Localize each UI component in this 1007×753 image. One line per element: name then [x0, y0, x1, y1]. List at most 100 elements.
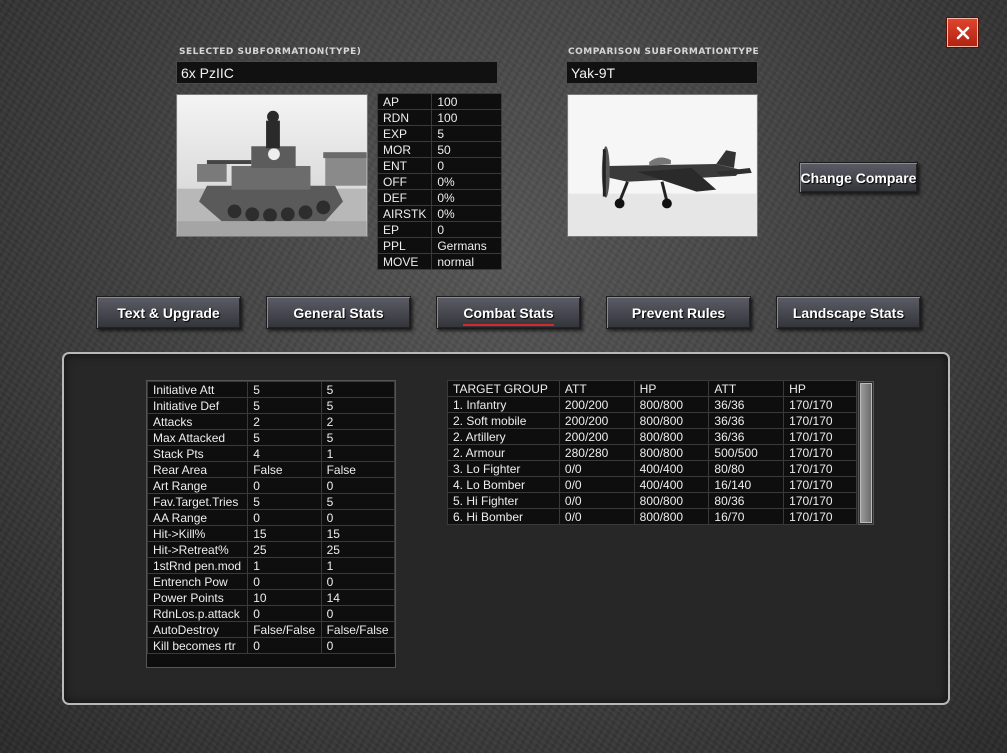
table-cell: 200/200	[558, 412, 635, 429]
table-row: Initiative Def 5 5	[146, 397, 396, 414]
table-cell: 280/280	[558, 444, 635, 461]
table-cell: 16/140	[708, 476, 785, 493]
combat-stat-name: Entrench Pow	[146, 573, 249, 590]
combat-stat-name: Stack Pts	[146, 445, 249, 462]
stat-value: normal	[431, 253, 503, 270]
combat-stat-name: Kill becomes rtr	[146, 637, 249, 654]
target-group-table: TARGET GROUP ATT HP ATT HP 1. Infantry 20…	[447, 380, 857, 525]
scrollbar-thumb[interactable]	[860, 383, 872, 523]
tab-label: Combat Stats	[463, 304, 554, 326]
stat-value: 100	[431, 93, 503, 110]
table-cell: 800/800	[633, 444, 710, 461]
table-row: 2. Artillery 200/200 800/800 36/36 170/170	[447, 428, 857, 445]
change-compare-button[interactable]: Change Compare	[799, 162, 918, 193]
table-cell: 36/36	[708, 412, 785, 429]
stat-key: EP	[376, 221, 433, 238]
table-row: EXP 5	[376, 125, 503, 142]
stat-value: 0	[431, 221, 503, 238]
combat-stat-name: Attacks	[146, 413, 249, 430]
table-cell: 0/0	[558, 460, 635, 477]
combat-stat-selected: 4	[247, 445, 322, 462]
stat-value: Germans	[431, 237, 503, 254]
target-group: 3. Lo Fighter	[447, 460, 560, 477]
table-row: MOVE normal	[376, 253, 503, 270]
combat-stat-selected: 15	[247, 525, 322, 542]
combat-stat-selected: 0	[247, 605, 322, 622]
table-cell: 800/800	[633, 396, 710, 413]
target-group: 2. Soft mobile	[447, 412, 560, 429]
combat-stat-name: 1stRnd pen.mod	[146, 557, 249, 574]
comparison-subformation-label: COMPARISON SUBFORMATIONTYPE	[568, 47, 760, 57]
combat-stat-compare: False/False	[320, 621, 396, 638]
table-cell: 200/200	[558, 396, 635, 413]
stat-value: 0	[431, 157, 503, 174]
close-button[interactable]	[946, 17, 979, 48]
table-cell: 200/200	[558, 428, 635, 445]
combat-stat-compare: 0	[320, 573, 396, 590]
table-cell: 400/400	[633, 476, 710, 493]
table-cell: 0/0	[558, 508, 635, 525]
stat-key: ENT	[376, 157, 433, 174]
combat-stat-name: Rear Area	[146, 461, 249, 478]
table-row: AP 100	[376, 93, 503, 110]
table-row: Entrench Pow 0 0	[146, 573, 396, 590]
combat-stat-compare: 1	[320, 557, 396, 574]
table-row: 2. Armour 280/280 800/800 500/500 170/170	[447, 444, 857, 461]
selected-subformation-label: SELECTED SUBFORMATION(TYPE)	[179, 47, 362, 57]
combat-stats-table-container: Initiative Att 5 5 Initiative Def 5 5 Attack…	[146, 380, 396, 668]
combat-stat-compare: 5	[320, 381, 396, 398]
table-row: RdnLos.p.attack 0 0	[146, 605, 396, 622]
table-cell: 800/800	[633, 492, 710, 509]
table-row: Attacks 2 2	[146, 413, 396, 430]
table-cell: 170/170	[783, 444, 857, 461]
tab-prevent-rules[interactable]: Prevent Rules	[606, 296, 751, 329]
tab-label: Landscape Stats	[792, 304, 905, 321]
table-row: Kill becomes rtr 0 0	[146, 637, 396, 654]
target-group: 6. Hi Bomber	[447, 508, 560, 525]
table-row: Art Range 0 0	[146, 477, 396, 494]
stat-key: RDN	[376, 109, 433, 126]
table-row: Max Attacked 5 5	[146, 429, 396, 446]
unit-stats-table: AP 100 RDN 100 EXP 5 MOR 50 ENT 0 OFF 0% DEF 0%…	[376, 93, 503, 270]
target-group: 2. Armour	[447, 444, 560, 461]
tab-label: Prevent Rules	[631, 304, 726, 321]
target-table-scrollbar[interactable]	[858, 381, 874, 525]
tab-landscape-stats[interactable]: Landscape Stats	[776, 296, 921, 329]
table-row: AutoDestroy False/False False/False	[146, 621, 396, 638]
table-cell: 800/800	[633, 508, 710, 525]
combat-stat-name: Hit->Retreat%	[146, 541, 249, 558]
table-cell: 16/70	[708, 508, 785, 525]
table-row: 1. Infantry 200/200 800/800 36/36 170/170	[447, 396, 857, 413]
table-cell: 500/500	[708, 444, 785, 461]
combat-stats-table: Initiative Att 5 5 Initiative Def 5 5 Attack…	[146, 381, 396, 654]
table-cell: 0/0	[558, 492, 635, 509]
stat-value: 0%	[431, 173, 503, 190]
table-cell: 170/170	[783, 428, 857, 445]
combat-stat-compare: 2	[320, 413, 396, 430]
combat-stat-selected: 0	[247, 637, 322, 654]
tab-text-upgrade[interactable]: Text & Upgrade	[96, 296, 241, 329]
stat-value: 0%	[431, 189, 503, 206]
combat-stat-selected: False	[247, 461, 322, 478]
combat-stat-compare: 5	[320, 397, 396, 414]
tab-general-stats[interactable]: General Stats	[266, 296, 411, 329]
combat-stat-name: Power Points	[146, 589, 249, 606]
stat-value: 50	[431, 141, 503, 158]
combat-stat-name: Initiative Def	[146, 397, 249, 414]
combat-stat-selected: 5	[247, 397, 322, 414]
comparison-name-field: Yak-9T	[566, 61, 758, 84]
tab-label: General Stats	[293, 304, 384, 321]
comparison-unit-photo	[567, 94, 758, 237]
column-header: TARGET GROUP	[447, 380, 560, 397]
stat-key: AP	[376, 93, 433, 110]
table-cell: 800/800	[633, 428, 710, 445]
column-header: HP	[783, 380, 857, 397]
column-header: ATT	[708, 380, 785, 397]
combat-stat-selected: 1	[247, 557, 322, 574]
combat-stat-selected: 5	[247, 429, 322, 446]
stat-key: DEF	[376, 189, 433, 206]
tab-combat-stats[interactable]: Combat Stats	[436, 296, 581, 329]
combat-stat-compare: 0	[320, 509, 396, 526]
target-group: 4. Lo Bomber	[447, 476, 560, 493]
combat-stat-compare: 15	[320, 525, 396, 542]
